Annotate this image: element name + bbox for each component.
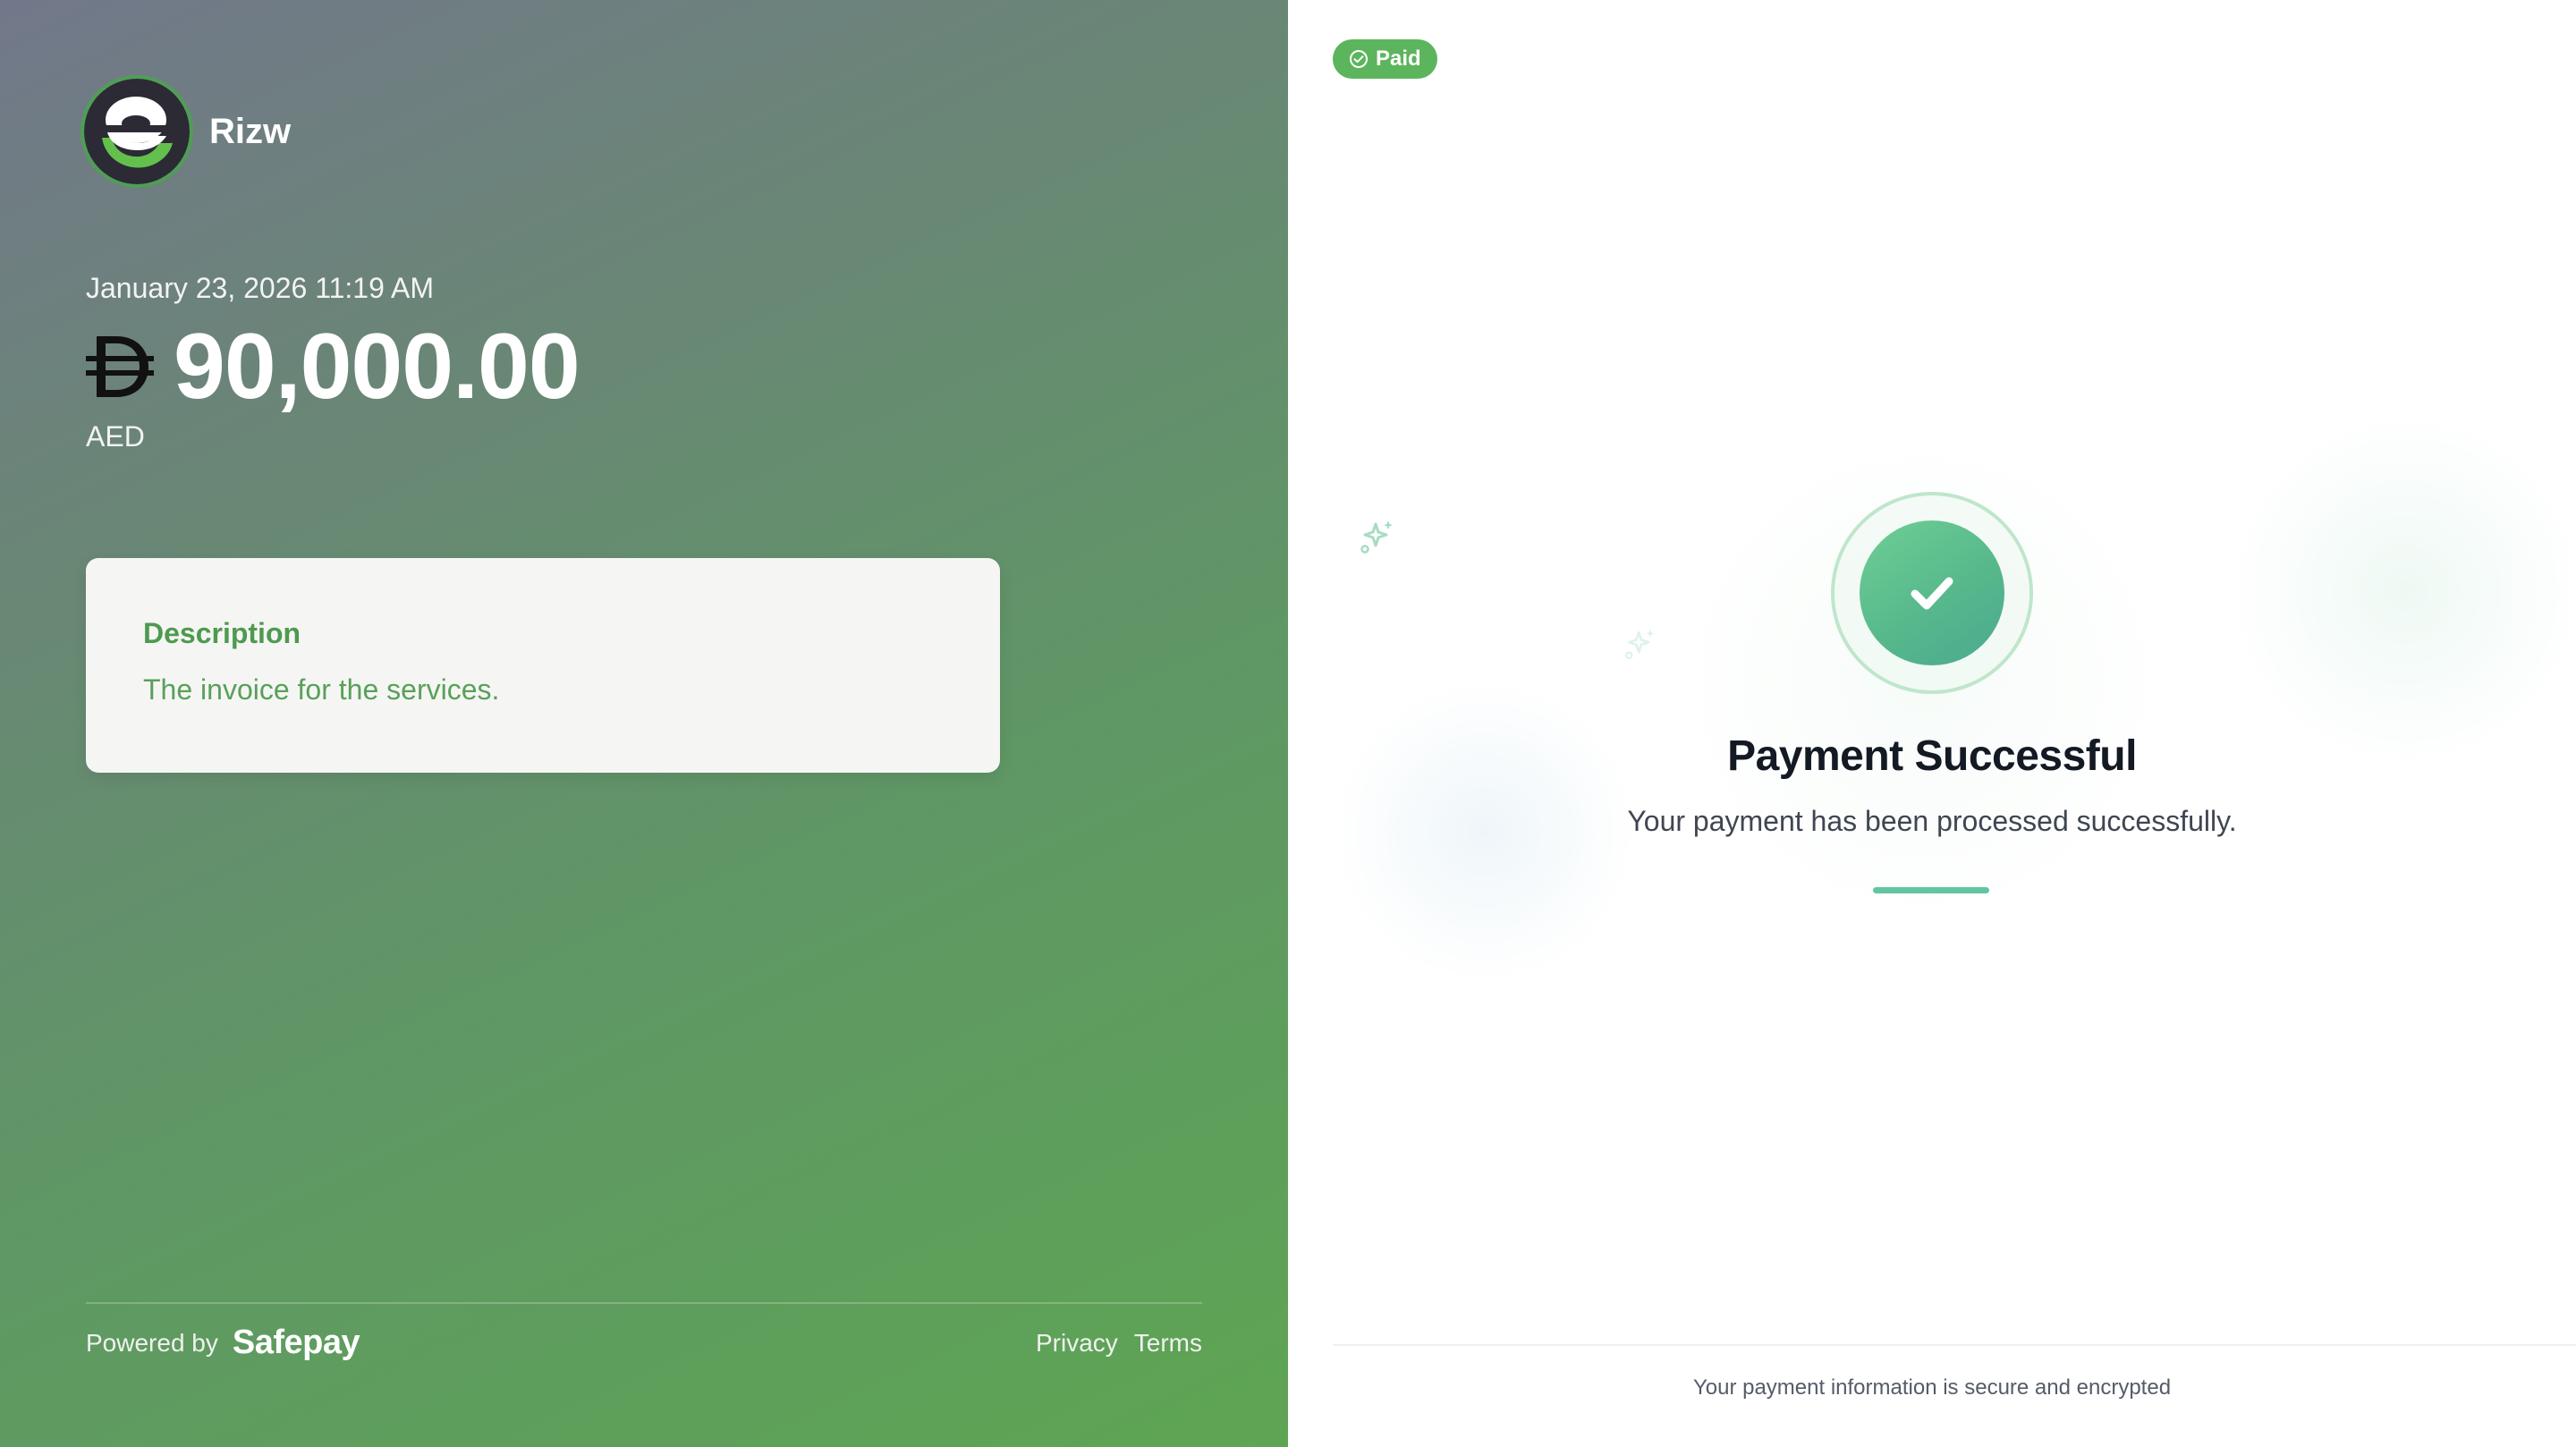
- payment-amount: 90,000.00: [174, 315, 580, 419]
- sparkle-icon: [1360, 520, 1393, 554]
- success-subtitle: Your payment has been processed successf…: [1627, 805, 2237, 837]
- background-blob: [2218, 420, 2576, 760]
- description-card: Description The invoice for the services…: [86, 558, 1000, 773]
- payment-date: January 23, 2026 11:19 AM: [86, 272, 435, 304]
- sparkle-icon: [1624, 629, 1655, 660]
- payment-status-panel: Paid Payment Successful Your payment has…: [1288, 0, 2576, 1447]
- paid-badge-label: Paid: [1376, 47, 1421, 71]
- check-circle-icon: [1350, 50, 1368, 68]
- merchant-name: Rizw: [209, 111, 292, 151]
- security-note: Your payment information is secure and e…: [1692, 1375, 2172, 1400]
- footer-divider: [1333, 1344, 2576, 1346]
- currency-code: AED: [86, 420, 145, 453]
- amount-row: 90,000.00: [86, 320, 580, 413]
- dirham-symbol-icon: [86, 336, 154, 397]
- merchant-logo-icon: [84, 79, 190, 184]
- success-circle: [1860, 520, 2004, 665]
- powered-by-label: Powered by: [86, 1328, 218, 1357]
- merchant-header: Rizw: [84, 79, 291, 184]
- success-underline: [1873, 887, 1989, 893]
- paid-status-badge: Paid: [1333, 39, 1437, 79]
- privacy-link[interactable]: Privacy: [1036, 1329, 1118, 1358]
- success-indicator: [1831, 492, 2033, 694]
- footer-divider: [86, 1302, 1202, 1304]
- success-title: Payment Successful: [1727, 732, 2137, 780]
- footer-links: Privacy Terms: [1020, 1329, 1202, 1358]
- order-summary-panel: Rizw January 23, 2026 11:19 AM 90,000.00…: [0, 0, 1288, 1447]
- terms-link[interactable]: Terms: [1134, 1329, 1202, 1358]
- description-title: Description: [143, 617, 301, 649]
- checkmark-icon: [1911, 577, 1953, 610]
- powered-by: Powered by Safepay: [86, 1324, 360, 1362]
- description-text: The invoice for the services.: [143, 673, 500, 706]
- safepay-logo[interactable]: Safepay: [233, 1324, 360, 1362]
- checkout-page: Rizw January 23, 2026 11:19 AM 90,000.00…: [0, 0, 2576, 1447]
